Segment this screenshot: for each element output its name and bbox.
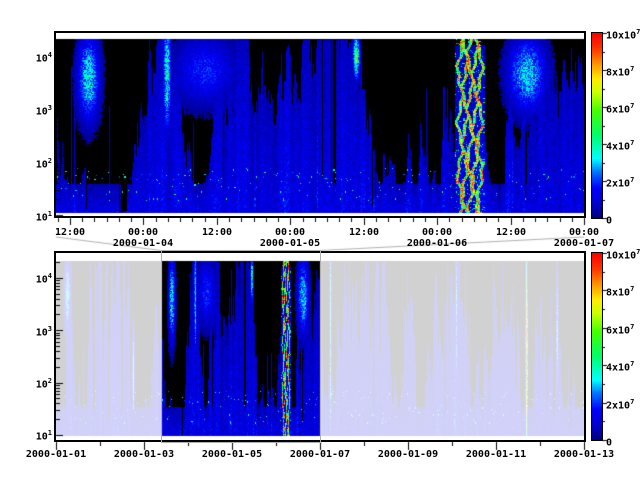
- colorbar-tick-label: 8x107: [606, 284, 640, 298]
- y-tick-label: 103: [12, 103, 52, 117]
- x-tick-date-label: 2000-01-11: [456, 449, 536, 460]
- colorbar-tick-label: 6x107: [606, 322, 640, 336]
- x-tick-time-label: 00:00: [562, 227, 606, 238]
- x-tick-date-label: 2000-01-09: [368, 449, 448, 460]
- colorbar-tick-label: 10x107: [606, 247, 640, 261]
- x-tick-date-label: 2000-01-05: [192, 449, 272, 460]
- colorbar-tick-label: 0: [606, 434, 640, 448]
- x-tick-time-label: 12:00: [195, 227, 239, 238]
- colorbar-tick-label: 8x107: [606, 64, 640, 78]
- colorbar-tick-label: 4x107: [606, 359, 640, 373]
- y-tick-label: 104: [12, 271, 52, 285]
- y-tick-label: 103: [12, 324, 52, 338]
- x-tick-time-label: 00:00: [121, 227, 165, 238]
- colorbar-tick-label: 6x107: [606, 101, 640, 115]
- x-tick-time-label: 12:00: [342, 227, 386, 238]
- colorbar-top: [592, 33, 602, 218]
- y-tick-label: 104: [12, 50, 52, 64]
- colorbar-tick-label: 0: [606, 212, 640, 226]
- spectrogram-zoom-tool: 12:00 00:00 12:00 00:00 12:00 00:00 12:0…: [0, 0, 640, 480]
- colorbar-tick-label: 4x107: [606, 138, 640, 152]
- x-tick-date-label: 2000-01-13: [544, 449, 624, 460]
- x-tick-date-label: 2000-01-01: [16, 449, 96, 460]
- x-tick-time-label: 00:00: [415, 227, 459, 238]
- x-tick-date-label: 2000-01-04: [103, 238, 183, 249]
- zoom-panel-frame: [54, 31, 586, 218]
- colorbar-bottom-frame: [591, 252, 603, 441]
- x-tick-time-label: 00:00: [268, 227, 312, 238]
- y-tick-label: 102: [12, 156, 52, 170]
- x-tick-time-label: 12:00: [48, 227, 92, 238]
- colorbar-top-frame: [591, 32, 603, 219]
- y-tick-label: 101: [12, 428, 52, 442]
- zoom-panel-heatmap[interactable]: [56, 33, 584, 216]
- x-tick-date-label: 2000-01-03: [104, 449, 184, 460]
- x-tick-date-label: 2000-01-06: [397, 238, 477, 249]
- time-selection-box[interactable]: [161, 250, 321, 443]
- x-tick-time-label: 12:00: [489, 227, 533, 238]
- x-tick-date-label: 2000-01-07: [280, 449, 360, 460]
- colorbar-tick-label: 2x107: [606, 397, 640, 411]
- colorbar-bottom: [592, 253, 602, 440]
- y-tick-label: 101: [12, 209, 52, 223]
- colorbar-tick-label: 2x107: [606, 175, 640, 189]
- colorbar-tick-label: 10x107: [606, 27, 640, 41]
- y-tick-label: 102: [12, 376, 52, 390]
- x-tick-date-label: 2000-01-05: [250, 238, 330, 249]
